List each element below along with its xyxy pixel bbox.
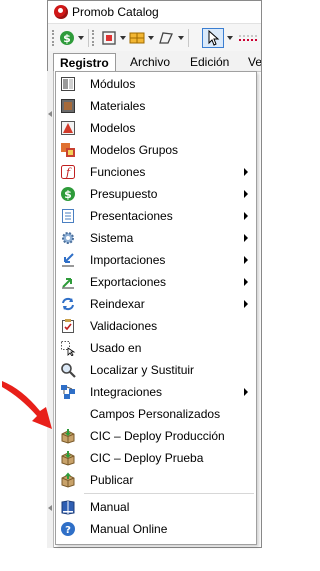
dotted-line-icon[interactable] [237, 28, 259, 48]
title-bar: Promob Catalog [48, 1, 261, 23]
menu-item-cic-deploy-prueba[interactable]: CIC – Deploy Prueba [56, 447, 256, 469]
window-title: Promob Catalog [72, 5, 159, 19]
menu-item-manual[interactable]: Manual [56, 496, 256, 518]
dollar-dropdown-icon[interactable] [78, 36, 84, 40]
presupuesto-icon: $ [61, 187, 75, 201]
menu-item-label: Localizar y Sustituir [90, 363, 195, 377]
frame-icon[interactable] [100, 28, 118, 48]
importaciones-icon [62, 253, 74, 267]
submenu-arrow-icon [244, 388, 248, 396]
modelos-icon [61, 121, 75, 135]
menu-item-label: Publicar [90, 473, 134, 487]
modelos-grupos-icon [61, 143, 75, 157]
tab-ver[interactable]: Ve [242, 53, 261, 72]
menu-item-manual-online[interactable]: ? Manual Online [56, 518, 256, 540]
menu-item-label: Manual Online [90, 522, 168, 536]
submenu-arrow-icon [244, 212, 248, 220]
manual-book-icon [61, 500, 75, 515]
side-panel-edge [47, 71, 54, 548]
grid-dropdown-icon[interactable] [148, 36, 154, 40]
menu-item-label: Materiales [90, 99, 146, 113]
tab-archivo[interactable]: Archivo [124, 53, 176, 72]
menu-item-localizar[interactable]: Localizar y Sustituir [56, 359, 256, 381]
menu-item-label: Reindexar [90, 297, 145, 311]
submenu-arrow-icon [244, 190, 248, 198]
menu-item-importaciones[interactable]: Importaciones [56, 249, 256, 271]
dollar-icon[interactable]: $ [58, 28, 76, 48]
menu-item-label: Usado en [90, 341, 142, 355]
menu-item-label: Presentaciones [90, 209, 173, 223]
menu-bar: Registro Archivo Edición Ve [48, 51, 261, 73]
menu-item-modelos[interactable]: Modelos [56, 117, 256, 139]
menu-separator [84, 493, 254, 494]
svg-text:?: ? [65, 525, 71, 536]
menu-item-label: Exportaciones [90, 275, 167, 289]
submenu-arrow-icon [244, 278, 248, 286]
menu-item-publicar[interactable]: Publicar [56, 469, 256, 491]
usado-en-icon [61, 341, 76, 356]
menu-item-label: Módulos [90, 77, 136, 91]
toolbar: $ [48, 23, 261, 51]
collapse-left-icon[interactable] [48, 505, 52, 511]
toolbar-grip[interactable] [52, 30, 55, 46]
shape-dropdown-icon[interactable] [178, 36, 184, 40]
submenu-arrow-icon [244, 300, 248, 308]
registro-dropdown-menu: Módulos Materiales Modelos Modelos Grupo… [55, 71, 257, 545]
menu-item-modulos[interactable]: Módulos [56, 73, 256, 95]
menu-item-label: Funciones [90, 165, 146, 179]
menu-item-reindexar[interactable]: Reindexar [56, 293, 256, 315]
menu-item-sistema[interactable]: Sistema [56, 227, 256, 249]
reindexar-icon [62, 297, 74, 311]
menu-item-validaciones[interactable]: Validaciones [56, 315, 256, 337]
menu-item-label: Importaciones [90, 253, 166, 267]
menu-item-campos-personalizados[interactable]: Campos Personalizados [56, 403, 256, 425]
menu-item-label: Sistema [90, 231, 134, 245]
menu-item-label: Integraciones [90, 385, 163, 399]
validaciones-icon [62, 319, 74, 333]
menu-item-label: Validaciones [90, 319, 158, 333]
collapse-left-icon[interactable] [48, 111, 52, 117]
menu-item-label: Manual [90, 500, 130, 514]
submenu-arrow-icon [244, 168, 248, 176]
cursor-dropdown-icon[interactable] [227, 36, 233, 40]
svg-text:$: $ [64, 188, 72, 201]
localizar-icon [61, 363, 76, 378]
menu-item-label: CIC – Deploy Prueba [90, 451, 204, 465]
menu-item-label: CIC – Deploy Producción [90, 429, 225, 443]
funciones-icon: f [61, 165, 75, 179]
menu-item-presentaciones[interactable]: Presentaciones [56, 205, 256, 227]
publicar-box-icon [61, 472, 75, 488]
promob-logo-icon [54, 5, 68, 19]
modulos-icon [61, 77, 75, 91]
materiales-icon [61, 99, 75, 113]
menu-item-materiales[interactable]: Materiales [56, 95, 256, 117]
menu-item-label: Modelos [90, 121, 136, 135]
deploy-box-icon [61, 451, 75, 466]
submenu-arrow-icon [244, 234, 248, 242]
grid-icon[interactable] [128, 28, 146, 48]
menu-item-label: Modelos Grupos [90, 143, 179, 157]
menu-item-integraciones[interactable]: Integraciones [56, 381, 256, 403]
tab-edicion[interactable]: Edición [184, 53, 235, 72]
exportaciones-icon [62, 278, 74, 289]
red-arrow-annotation-icon [2, 381, 52, 429]
menu-item-label: Campos Personalizados [90, 407, 221, 421]
help-circle-icon: ? [61, 522, 75, 536]
menu-item-label: Presupuesto [90, 187, 158, 201]
menu-item-funciones[interactable]: f Funciones [56, 161, 256, 183]
menu-item-usado-en[interactable]: Usado en [56, 337, 256, 359]
cursor-icon[interactable] [202, 28, 224, 48]
menu-item-cic-deploy-produccion[interactable]: CIC – Deploy Producción [56, 425, 256, 447]
tab-registro[interactable]: Registro [53, 53, 116, 73]
svg-text:$: $ [63, 32, 71, 45]
menu-item-presupuesto[interactable]: $ Presupuesto [56, 183, 256, 205]
frame-dropdown-icon[interactable] [120, 36, 126, 40]
menu-item-exportaciones[interactable]: Exportaciones [56, 271, 256, 293]
presentaciones-icon [62, 209, 74, 223]
shape-icon[interactable] [156, 28, 176, 48]
submenu-arrow-icon [244, 256, 248, 264]
menu-item-modelos-grupos[interactable]: Modelos Grupos [56, 139, 256, 161]
sistema-icon [62, 232, 74, 244]
